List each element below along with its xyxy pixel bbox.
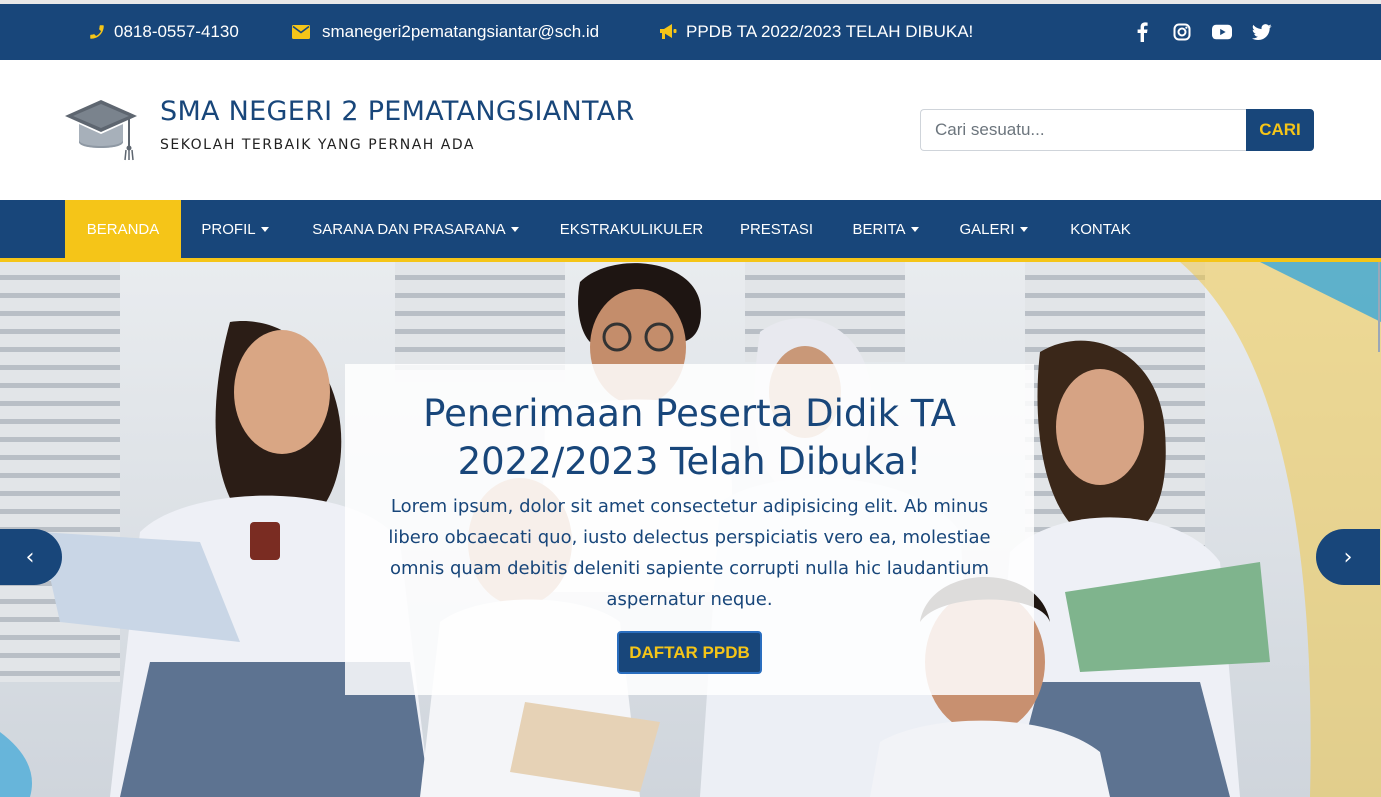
announcement-text: PPDB TA 2022/2023 TELAH DIBUKA! — [686, 22, 974, 41]
graduation-cap-icon[interactable] — [63, 96, 139, 164]
megaphone-icon — [658, 23, 678, 41]
hero-title: Penerimaan Peserta Didik TA 2022/2023 Te… — [423, 392, 956, 483]
caret-down-icon — [1019, 227, 1028, 232]
nav-item-profil[interactable]: PROFIL — [181, 200, 289, 258]
search-form: CARI — [920, 109, 1314, 151]
nav-item-prestasi[interactable]: PRESTASI — [721, 200, 832, 258]
nav-item-label: SARANA DAN PRASARANA — [312, 220, 506, 238]
nav-item-sarana-prasarana[interactable]: SARANA DAN PRASARANA — [289, 200, 542, 258]
youtube-icon[interactable] — [1212, 22, 1232, 42]
chevron-left-icon: ‹ — [25, 544, 35, 570]
scrollbar[interactable] — [1378, 262, 1380, 352]
nav-item-beranda[interactable]: BERANDA — [65, 200, 181, 258]
nav-item-label: GALERI — [959, 220, 1015, 238]
twitter-icon[interactable] — [1252, 22, 1272, 42]
email-address: smanegeri2pematangsiantar@sch.id — [322, 22, 600, 41]
phone-number: 0818-0557-4130 — [114, 22, 239, 41]
nav-item-galeri[interactable]: GALERI — [939, 200, 1048, 258]
contact-email[interactable]: smanegeri2pematangsiantar@sch.id — [292, 4, 599, 60]
caret-down-icon — [510, 227, 519, 232]
top-bar: 0818-0557-4130 smanegeri2pematangsiantar… — [0, 0, 1381, 60]
envelope-icon — [292, 25, 310, 39]
search-input[interactable] — [920, 109, 1246, 151]
main-nav: BERANDA PROFIL SARANA DAN PRASARANA EKST… — [0, 200, 1381, 258]
nav-item-label: PROFIL — [201, 220, 256, 238]
phone-icon — [88, 23, 106, 41]
facebook-icon[interactable] — [1132, 22, 1152, 42]
nav-item-ekstrakulikuler[interactable]: EKSTRAKULIKULER — [542, 200, 721, 258]
social-links — [1132, 4, 1292, 60]
daftar-ppdb-button[interactable]: DAFTAR PPDB — [617, 631, 762, 674]
contact-phone[interactable]: 0818-0557-4130 — [88, 4, 239, 60]
hero-text: Lorem ipsum, dolor sit amet consectetur … — [388, 496, 991, 610]
nav-item-berita[interactable]: BERITA — [832, 200, 939, 258]
search-button[interactable]: CARI — [1246, 109, 1314, 151]
site-header: SMA NEGERI 2 PEMATANGSIANTAR SEKOLAH TER… — [0, 60, 1381, 200]
hero-caption: Penerimaan Peserta Didik TA 2022/2023 Te… — [345, 364, 1034, 695]
nav-item-label: PRESTASI — [739, 220, 814, 238]
hero-carousel: Penerimaan Peserta Didik TA 2022/2023 Te… — [0, 262, 1381, 797]
nav-item-label: BERITA — [852, 220, 906, 238]
carousel-next-button[interactable]: › — [1316, 529, 1380, 585]
announcement-link[interactable]: PPDB TA 2022/2023 TELAH DIBUKA! — [658, 4, 973, 60]
nav-item-label: BERANDA — [86, 220, 160, 238]
caret-down-icon — [260, 227, 269, 232]
school-name[interactable]: SMA NEGERI 2 PEMATANGSIANTAR — [160, 96, 635, 127]
chevron-right-icon: › — [1343, 544, 1353, 570]
nav-item-label: KONTAK — [1070, 220, 1131, 238]
nav-item-label: EKSTRAKULIKULER — [559, 220, 704, 238]
instagram-icon[interactable] — [1172, 22, 1192, 42]
caret-down-icon — [910, 227, 919, 232]
nav-item-kontak[interactable]: KONTAK — [1048, 200, 1153, 258]
carousel-prev-button[interactable]: ‹ — [0, 529, 62, 585]
school-tagline: SEKOLAH TERBAIK YANG PERNAH ADA — [160, 137, 475, 153]
